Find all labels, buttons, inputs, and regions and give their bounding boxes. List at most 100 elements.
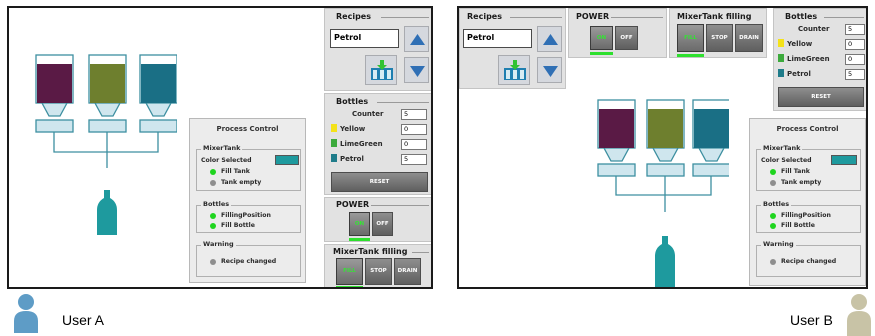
- counter-label: Counter: [352, 110, 384, 118]
- tank-empty-label: Tank empty: [221, 179, 262, 186]
- fill-tank-label: Fill Tank: [221, 168, 250, 175]
- yellow-swatch: [778, 39, 784, 47]
- color-selected-label: Color Selected: [201, 157, 252, 164]
- filling-position-led: [210, 213, 216, 219]
- fill-button[interactable]: FILL: [336, 258, 363, 285]
- petrol-label: Petrol: [787, 70, 811, 78]
- yellow-value: 0: [845, 39, 865, 50]
- tank-empty-led: [770, 180, 776, 186]
- yellow-label: Yellow: [787, 40, 813, 48]
- fill-tank-led: [770, 169, 776, 175]
- recipe-fill-button[interactable]: [498, 55, 530, 85]
- tank-2: [648, 109, 683, 148]
- user-b-label: User B: [790, 312, 833, 328]
- fill-indicator: [336, 286, 363, 287]
- bottles-group: Bottles Counter 5 Yellow 0 LimeGreen 0 P…: [773, 8, 866, 111]
- recipes-group: Recipes Petrol: [459, 8, 566, 89]
- process-control-panel: Process Control MixerTank Color Selected…: [189, 118, 306, 283]
- tank-1: [599, 109, 634, 148]
- bottles-status-title: Bottles: [201, 200, 232, 208]
- power-group: POWER ON OFF: [324, 197, 431, 242]
- user-a-label: User A: [62, 312, 105, 328]
- fill-bottle-label: Fill Bottle: [221, 222, 255, 229]
- mixertank-filling-title: MixerTank filling: [333, 247, 408, 256]
- counter-label: Counter: [798, 25, 830, 33]
- color-selected-label: Color Selected: [761, 157, 812, 164]
- bottles-title: Bottles: [785, 12, 818, 21]
- reset-button[interactable]: RESET: [331, 172, 428, 192]
- power-off-button[interactable]: OFF: [372, 212, 393, 236]
- warning-group: Warning Recipe changed: [196, 240, 301, 277]
- bottle: [97, 190, 117, 235]
- reset-button[interactable]: RESET: [778, 87, 864, 107]
- user-b-avatar-icon: [847, 294, 871, 336]
- fill-indicator: [677, 54, 704, 57]
- bottles-status-group: Bottles FillingPosition Fill Bottle: [756, 200, 861, 233]
- mixertank-group: MixerTank Color Selected Fill Tank Tank …: [756, 144, 861, 191]
- recipe-down-button[interactable]: [404, 57, 429, 83]
- fill-bottle-label: Fill Bottle: [781, 222, 815, 229]
- recipe-fill-button[interactable]: [365, 55, 397, 85]
- counter-value: 5: [401, 109, 427, 120]
- fill-button[interactable]: FILL: [677, 24, 704, 52]
- drain-button[interactable]: DRAIN: [394, 258, 421, 285]
- fill-tank-led: [210, 169, 216, 175]
- mixertank-filling-group: MixerTank filling FILL STOP DRAIN: [669, 8, 767, 58]
- drain-button[interactable]: DRAIN: [735, 24, 763, 52]
- arrow-up-icon: [410, 34, 425, 45]
- mixertank-filling-group: MixerTank filling FILL STOP DRAIN: [324, 244, 431, 287]
- process-control-title: Process Control: [776, 125, 839, 133]
- warning-group: Warning Recipe changed: [756, 240, 861, 277]
- power-on-indicator: [349, 238, 370, 241]
- tank-3: [141, 64, 176, 103]
- power-off-button[interactable]: OFF: [615, 26, 638, 50]
- arrow-down-icon: [410, 66, 425, 77]
- limegreen-value: 0: [401, 139, 427, 150]
- screen-user-a: Process Control MixerTank Color Selected…: [7, 6, 433, 289]
- stop-button[interactable]: STOP: [365, 258, 392, 285]
- recipe-down-button[interactable]: [537, 57, 562, 83]
- power-on-indicator: [590, 52, 613, 55]
- petrol-label: Petrol: [340, 155, 364, 163]
- yellow-value: 0: [401, 124, 427, 135]
- arrow-down-icon: [543, 66, 558, 77]
- filling-position-led: [770, 213, 776, 219]
- power-title: POWER: [576, 12, 610, 21]
- tanks-diagram: [35, 54, 177, 235]
- fill-bottle-led: [770, 223, 776, 229]
- recipe-changed-led: [770, 259, 776, 265]
- arrow-up-icon: [543, 34, 558, 45]
- limegreen-value: 0: [845, 54, 865, 65]
- recipe-up-button[interactable]: [537, 26, 562, 52]
- limegreen-swatch: [778, 54, 784, 62]
- recipes-title: Recipes: [467, 12, 502, 21]
- color-selected-swatch: [831, 155, 857, 165]
- power-title: POWER: [336, 200, 370, 209]
- warning-title: Warning: [761, 240, 796, 248]
- petrol-swatch: [778, 69, 784, 77]
- bottles-title: Bottles: [336, 97, 369, 106]
- recipe-input[interactable]: Petrol: [330, 29, 399, 48]
- tank-2: [90, 64, 125, 103]
- color-selected-swatch: [275, 155, 299, 165]
- recipes-title: Recipes: [336, 12, 371, 21]
- limegreen-swatch: [331, 139, 337, 147]
- filling-position-label: FillingPosition: [221, 212, 271, 219]
- yellow-swatch: [331, 124, 337, 132]
- tank-empty-led: [210, 180, 216, 186]
- recipe-changed-label: Recipe changed: [221, 258, 277, 265]
- stop-button[interactable]: STOP: [706, 24, 733, 52]
- mixertank-filling-title: MixerTank filling: [677, 12, 752, 21]
- fill-tank-label: Fill Tank: [781, 168, 810, 175]
- tank-3: [694, 109, 729, 148]
- bottles-status-title: Bottles: [761, 200, 792, 208]
- process-control-panel: Process Control MixerTank Color Selected…: [749, 118, 866, 286]
- tank-empty-label: Tank empty: [781, 179, 822, 186]
- mixertank-title: MixerTank: [761, 144, 803, 152]
- power-on-button[interactable]: ON: [590, 26, 613, 50]
- recipe-up-button[interactable]: [404, 26, 429, 52]
- process-control-title: Process Control: [216, 125, 279, 133]
- recipe-input[interactable]: Petrol: [463, 29, 532, 48]
- power-on-button[interactable]: ON: [349, 212, 370, 236]
- tank-fill-icon: [371, 60, 393, 80]
